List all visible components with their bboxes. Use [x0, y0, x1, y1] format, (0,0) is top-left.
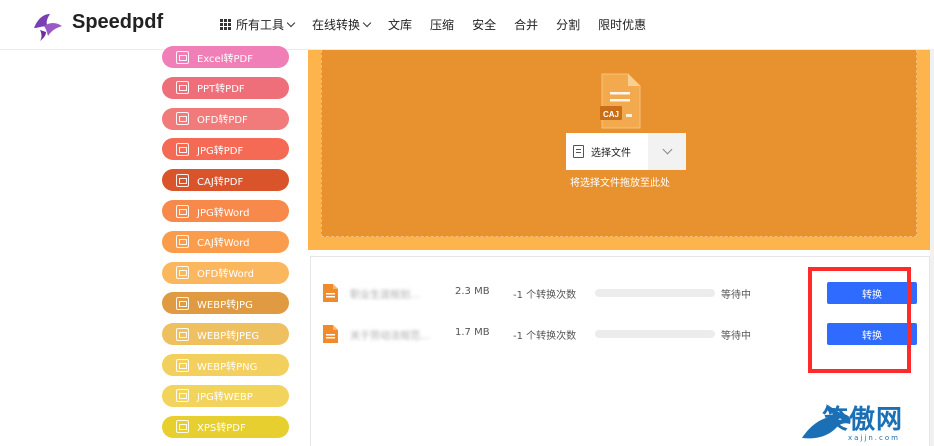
- select-file-label: 选择文件: [591, 148, 631, 159]
- sidebar-item[interactable]: Excel转PDF: [162, 46, 289, 68]
- sidebar-item-label: WEBP转JPEG: [197, 330, 260, 342]
- sidebar-item-label: Excel转PDF: [197, 53, 253, 65]
- nav-label: 限时优惠: [598, 17, 647, 32]
- nav-merge[interactable]: 合并: [514, 16, 538, 33]
- image-file-icon: [176, 235, 189, 249]
- sidebar-item[interactable]: OFD转Word: [162, 261, 289, 284]
- watermark-text: 笑傲网: [822, 405, 904, 435]
- nav-label: 压缩: [430, 17, 455, 32]
- sidebar-item-label: CAJ转PDF: [197, 176, 244, 188]
- conversion-count: -1 个转换次数: [513, 331, 577, 342]
- sidebar-item[interactable]: JPG转WEBP: [162, 384, 289, 407]
- file-status: 等待中: [721, 290, 751, 301]
- sidebar-item-label: XPS转PDF: [197, 423, 246, 435]
- caj-label: CAJ: [603, 110, 619, 119]
- sidebar-item[interactable]: JPG转Word: [162, 200, 289, 222]
- nav-split[interactable]: 分割: [556, 16, 580, 33]
- sidebar-item[interactable]: CAJ转PDF: [162, 169, 289, 192]
- watermark-url: xajjn.com: [848, 434, 900, 442]
- image-file-icon: [176, 420, 189, 434]
- conversion-count: -1 个转换次数: [513, 290, 577, 301]
- nav-label: 文库: [388, 17, 413, 32]
- annotation-highlight-box: [808, 267, 911, 373]
- file-icon: [323, 284, 338, 302]
- nav-all-tools[interactable]: 所有工具: [220, 16, 296, 33]
- sidebar-item-label: OFD转Word: [197, 269, 255, 281]
- image-file-icon: [176, 112, 189, 126]
- image-file-icon: [176, 50, 189, 64]
- sidebar-item-label: JPG转PDF: [197, 145, 244, 157]
- image-file-icon: [176, 266, 189, 280]
- scrollbar[interactable]: [930, 50, 934, 446]
- image-file-icon: [176, 204, 189, 218]
- sidebar-item[interactable]: OFD转PDF: [162, 107, 289, 130]
- image-file-icon: [176, 142, 189, 156]
- chevron-down-icon: [362, 18, 372, 27]
- nav-compress[interactable]: 压缩: [430, 16, 454, 33]
- grid-icon: [220, 18, 231, 30]
- nav-online-convert[interactable]: 在线转换: [312, 16, 372, 33]
- nav-limited-offer[interactable]: 限时优惠: [598, 16, 646, 33]
- sidebar-item[interactable]: PPT转PDF: [162, 76, 289, 99]
- main-nav: 所有工具 在线转换 文库 压缩 安全 合并 分割 限时优惠: [220, 14, 664, 34]
- progress-bar: [595, 330, 715, 338]
- sidebar-item-label: CAJ转Word: [197, 238, 250, 250]
- sidebar-item-label: WEBP转PNG: [197, 361, 258, 373]
- speedpdf-logo-icon[interactable]: [30, 8, 64, 42]
- progress-bar: [595, 289, 715, 297]
- sidebar-item[interactable]: XPS转PDF: [162, 415, 289, 438]
- sidebar-item-label: JPG转WEBP: [197, 392, 253, 404]
- drag-drop-hint: 将选择文件拖放至此处: [570, 178, 670, 189]
- nav-label: 合并: [514, 17, 539, 32]
- file-size: 1.7 MB: [455, 327, 490, 338]
- document-icon: [573, 145, 584, 158]
- select-file-control: 选择文件: [566, 133, 686, 170]
- nav-label: 在线转换: [312, 17, 361, 32]
- caj-file-icon: CAJ: [600, 73, 641, 129]
- select-source-dropdown[interactable]: [648, 133, 686, 170]
- select-file-button[interactable]: 选择文件: [566, 133, 648, 170]
- sidebar-item[interactable]: CAJ转Word: [162, 230, 289, 253]
- sidebar-item[interactable]: JPG转PDF: [162, 138, 289, 161]
- file-icon: [323, 325, 338, 343]
- nav-label: 分割: [556, 17, 581, 32]
- sidebar-item[interactable]: WEBP转PNG: [162, 354, 289, 376]
- image-file-icon: [176, 81, 189, 95]
- top-header: Speedpdf 所有工具 在线转换 文库 压缩 安全 合并 分割 限时优惠: [0, 0, 934, 50]
- sidebar-item[interactable]: WEBP转JPG: [162, 292, 289, 315]
- nav-label: 安全: [472, 17, 497, 32]
- image-file-icon: [176, 173, 189, 187]
- chevron-down-icon: [662, 144, 672, 155]
- image-file-icon: [176, 296, 189, 310]
- nav-library[interactable]: 文库: [388, 16, 412, 33]
- sidebar-item[interactable]: WEBP转JPEG: [162, 323, 289, 346]
- chevron-down-icon: [286, 18, 296, 27]
- nav-security[interactable]: 安全: [472, 16, 496, 33]
- nav-label: 所有工具: [236, 17, 285, 32]
- file-name: ​职业生涯规划…: [350, 290, 420, 301]
- sidebar-item-label: WEBP转JPG: [197, 299, 253, 311]
- brand-name[interactable]: Speedpdf: [72, 11, 163, 34]
- file-size: 2.3 MB: [455, 286, 490, 297]
- image-file-icon: [176, 358, 189, 372]
- image-file-icon: [176, 389, 189, 403]
- sidebar-item-label: OFD转PDF: [197, 115, 248, 127]
- sidebar-item-label: JPG转Word: [197, 207, 250, 219]
- image-file-icon: [176, 327, 189, 341]
- file-name: 关于劳动法规范…: [350, 331, 430, 342]
- sidebar-item-label: PPT转PDF: [197, 84, 245, 96]
- file-status: 等待中: [721, 331, 751, 342]
